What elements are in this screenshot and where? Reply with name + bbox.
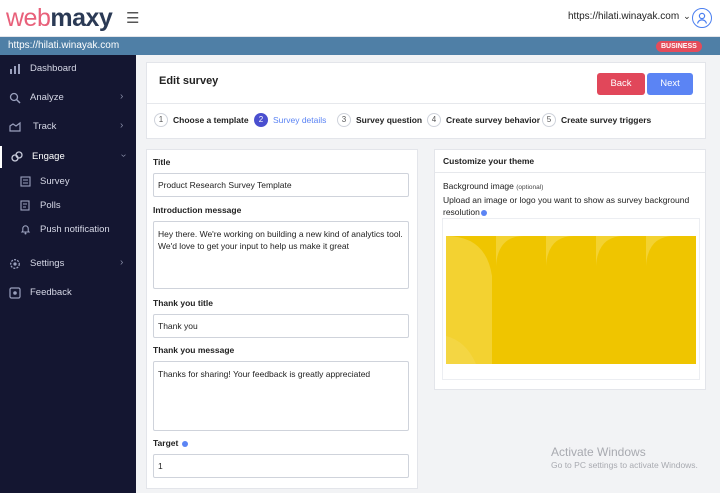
step-choose-template[interactable]: 1 Choose a template: [154, 113, 249, 127]
customize-theme-card: Customize your theme Background image (o…: [434, 149, 706, 390]
edit-survey-header: Edit survey Back Next 1 Choose a template…: [146, 62, 706, 139]
sidebar-item-label: Settings: [30, 258, 65, 269]
sidebar: Dashboard Analyze › Track › Engage › Sur…: [0, 55, 136, 493]
sidebar-subitem-label: Push notification: [40, 224, 110, 235]
step-label: Create survey triggers: [561, 115, 652, 125]
polls-icon: [20, 200, 30, 211]
step-survey-triggers[interactable]: 5 Create survey triggers: [542, 113, 651, 127]
sidebar-subitem-push-notification[interactable]: Push notification: [0, 220, 136, 240]
sidebar-item-analyze[interactable]: Analyze ›: [0, 87, 136, 109]
sidebar-subitem-survey[interactable]: Survey: [0, 172, 136, 192]
feedback-icon: [9, 287, 21, 299]
divider: [147, 103, 705, 104]
chevron-right-icon: ›: [120, 91, 124, 102]
step-survey-question[interactable]: 3 Survey question: [337, 113, 422, 127]
sidebar-item-dashboard[interactable]: Dashboard: [0, 58, 136, 80]
gear-icon: [10, 259, 20, 269]
step-label: Choose a template: [173, 115, 249, 125]
step-label: Survey details: [273, 115, 327, 125]
sidebar-item-label: Dashboard: [30, 63, 77, 74]
analyze-icon: [9, 92, 21, 104]
target-label-text: Target: [153, 438, 179, 448]
site-url: https://hilati.winayak.com: [8, 40, 120, 51]
step-number: 5: [542, 113, 556, 127]
user-avatar-icon[interactable]: [692, 8, 712, 28]
track-icon: [9, 121, 21, 132]
sidebar-item-label: Engage: [32, 151, 65, 162]
page-title: Edit survey: [159, 75, 219, 87]
survey-details-form: Title Product Research Survey Template I…: [146, 149, 418, 489]
engage-icon: [11, 151, 23, 162]
intro-message-textarea[interactable]: Hey there. We're working on building a n…: [153, 221, 409, 289]
sidebar-item-label: Analyze: [30, 92, 64, 103]
sidebar-item-label: Feedback: [30, 287, 72, 298]
site-selector[interactable]: https://hilati.winayak.com ⌄: [568, 11, 691, 22]
hamburger-icon[interactable]: ☰: [126, 9, 139, 27]
thank-you-title-label: Thank you title: [153, 298, 213, 308]
sidebar-subitem-label: Survey: [40, 176, 70, 187]
site-selector-value: https://hilati.winayak.com: [568, 11, 680, 22]
thank-you-message-label: Thank you message: [153, 345, 235, 355]
site-url-bar: https://hilati.winayak.com BUSINESS: [0, 37, 720, 55]
background-image-label: Background image (optional): [443, 181, 543, 191]
background-image-preview: [446, 236, 696, 364]
chevron-right-icon: ›: [120, 257, 124, 268]
chevron-down-icon: ›: [118, 153, 130, 158]
activate-windows-subtext: Go to PC settings to activate Windows.: [551, 460, 698, 470]
sidebar-item-label: Track: [33, 121, 57, 132]
survey-icon: [20, 176, 31, 187]
thank-you-title-input[interactable]: Thank you: [153, 314, 409, 338]
sidebar-item-track[interactable]: Track ›: [0, 116, 136, 138]
title-input[interactable]: Product Research Survey Template: [153, 173, 409, 197]
background-image-description-text: Upload an image or logo you want to show…: [443, 195, 690, 217]
info-icon[interactable]: [182, 440, 189, 447]
sidebar-item-settings[interactable]: Settings ›: [0, 253, 136, 275]
thank-you-message-textarea[interactable]: Thanks for sharing! Your feedback is gre…: [153, 361, 409, 431]
business-badge: BUSINESS: [656, 41, 702, 52]
bar-chart-icon: [10, 64, 20, 74]
divider: [435, 172, 705, 173]
sidebar-subitem-polls[interactable]: Polls: [0, 196, 136, 216]
bell-icon: [20, 225, 31, 235]
target-label: Target: [153, 438, 189, 448]
webmaxy-logo[interactable]: webmaxy: [6, 4, 113, 33]
theme-title: Customize your theme: [443, 156, 535, 166]
title-label: Title: [153, 157, 171, 167]
step-label: Create survey behavior: [446, 115, 541, 125]
step-number: 4: [427, 113, 441, 127]
background-image-description: Upload an image or logo you want to show…: [443, 194, 699, 218]
activate-windows-watermark: Activate Windows: [551, 445, 646, 459]
intro-message-label: Introduction message: [153, 205, 242, 215]
info-icon[interactable]: [480, 209, 487, 216]
next-button[interactable]: Next: [647, 73, 693, 95]
sidebar-item-engage[interactable]: Engage ›: [0, 146, 136, 168]
optional-tag: (optional): [516, 184, 544, 191]
step-survey-behavior[interactable]: 4 Create survey behavior: [427, 113, 540, 127]
background-image-label-text: Background image: [443, 181, 514, 191]
chevron-right-icon: ›: [120, 120, 124, 131]
sidebar-item-feedback[interactable]: Feedback: [0, 282, 136, 304]
step-number: 1: [154, 113, 168, 127]
step-number: 2: [254, 113, 268, 127]
top-bar: webmaxy ☰ https://hilati.winayak.com ⌄: [0, 0, 720, 37]
sidebar-subitem-label: Polls: [40, 200, 61, 211]
step-number: 3: [337, 113, 351, 127]
background-image-upload[interactable]: [442, 218, 700, 380]
back-button[interactable]: Back: [597, 73, 645, 95]
target-input[interactable]: 1: [153, 454, 409, 478]
step-label: Survey question: [356, 115, 423, 125]
step-survey-details[interactable]: 2 Survey details: [254, 113, 326, 127]
chevron-down-icon: ⌄: [683, 11, 691, 21]
